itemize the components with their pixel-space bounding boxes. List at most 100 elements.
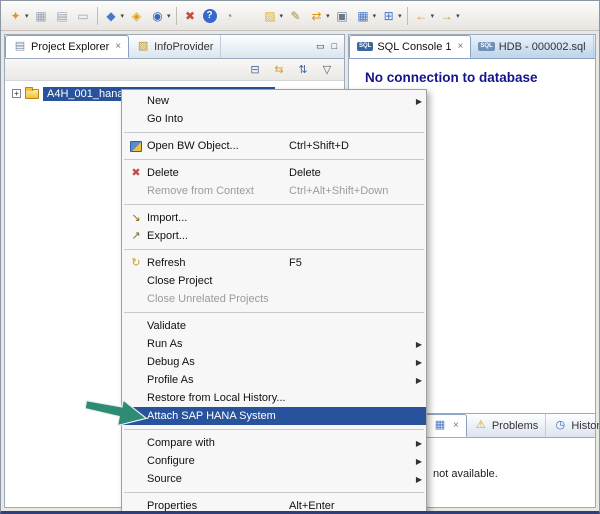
menu-item-label: Properties bbox=[147, 500, 289, 512]
menu-item-run-as[interactable]: Run As▶ bbox=[122, 335, 426, 353]
tab-label: Problems bbox=[492, 420, 538, 432]
view-menu-button[interactable]: ▽ bbox=[319, 62, 335, 78]
dropdown-caret-icon: ▾ bbox=[280, 12, 284, 20]
sort-button[interactable]: ⇅ bbox=[295, 62, 311, 78]
export-icon: ↗ bbox=[129, 230, 143, 243]
search-button[interactable]: ◉▾ bbox=[147, 5, 173, 27]
save-all-button[interactable]: ▤ bbox=[52, 5, 73, 27]
menu-item-properties[interactable]: PropertiesAlt+Enter bbox=[122, 497, 426, 514]
menu-item-go-into[interactable]: Go Into bbox=[122, 110, 426, 128]
new-window-icon: ▣ bbox=[334, 7, 351, 24]
open-resource-button[interactable]: ▨▾ bbox=[260, 5, 286, 27]
sql-console-icon: SQL bbox=[357, 42, 373, 51]
help-button[interactable]: ? bbox=[201, 5, 219, 27]
menu-item-compare-with[interactable]: Compare with ▶ bbox=[122, 434, 426, 452]
tab-label: History bbox=[571, 420, 600, 432]
save-icon: ▦ bbox=[33, 7, 50, 24]
menu-separator bbox=[124, 132, 424, 133]
menu-item-label: Go Into bbox=[147, 113, 289, 125]
minimize-button[interactable]: ▭ bbox=[316, 42, 325, 51]
menu-item-open-bw-object[interactable]: Open BW Object...Ctrl+Shift+D bbox=[122, 137, 426, 155]
menu-item-label: New bbox=[147, 95, 289, 107]
forward-icon: → bbox=[438, 7, 455, 24]
menu-item-export[interactable]: ↗Export... bbox=[122, 227, 426, 245]
dropdown-caret-icon: ▾ bbox=[431, 12, 435, 20]
delete-button[interactable]: ✖ bbox=[180, 5, 201, 27]
close-icon[interactable]: × bbox=[458, 42, 464, 52]
history-icon: ◷ bbox=[553, 419, 567, 432]
submenu-arrow-icon: ▶ bbox=[410, 97, 422, 106]
new-window-button[interactable]: ▣ bbox=[332, 5, 353, 27]
menu-item-remove-from-context[interactable]: Remove from ContextCtrl+Alt+Shift+Down bbox=[122, 182, 426, 200]
submenu-arrow-icon: ▶ bbox=[410, 358, 422, 367]
menu-item-attach-sap-hana-system[interactable]: Attach SAP HANA System bbox=[122, 407, 426, 425]
menu-item-close-project[interactable]: Close Project bbox=[122, 272, 426, 290]
menu-item-shortcut: Ctrl+Alt+Shift+Down bbox=[289, 185, 410, 197]
toggle-link-icon: ⇄ bbox=[308, 7, 325, 24]
menu-item-label: Profile As bbox=[147, 374, 289, 386]
menu-item-label: Refresh bbox=[147, 257, 289, 269]
menu-item-label: Close Project bbox=[147, 275, 289, 287]
open-bw-object-icon bbox=[130, 141, 142, 152]
help-icon: ? bbox=[203, 9, 217, 23]
bottom-tab-problems[interactable]: ⚠ Problems bbox=[467, 414, 546, 437]
bottom-tab-history[interactable]: ◷ History bbox=[546, 414, 600, 437]
menu-item-delete[interactable]: ✖DeleteDelete bbox=[122, 164, 426, 182]
close-icon[interactable]: × bbox=[115, 42, 121, 52]
toggle-link-button[interactable]: ⇄▾ bbox=[306, 5, 332, 27]
menu-item-import[interactable]: ↘Import... bbox=[122, 209, 426, 227]
save-button[interactable]: ▦ bbox=[31, 5, 52, 27]
menu-item-profile-as[interactable]: Profile As▶ bbox=[122, 371, 426, 389]
progress-button[interactable]: ◔ bbox=[219, 5, 240, 27]
dropdown-caret-icon: ▾ bbox=[456, 12, 460, 20]
menu-item-label: Compare with bbox=[147, 437, 289, 449]
menu-item-close-unrelated-projects[interactable]: Close Unrelated Projects bbox=[122, 290, 426, 308]
new-icon: ✦ bbox=[7, 7, 24, 24]
menu-item-refresh[interactable]: ↻RefreshF5 bbox=[122, 254, 426, 272]
maximize-button[interactable]: □ bbox=[332, 42, 337, 51]
tab-label: Project Explorer bbox=[31, 41, 109, 53]
edit-button[interactable]: ✎ bbox=[285, 5, 306, 27]
new-infoprovider-button[interactable]: ◈ bbox=[126, 5, 147, 27]
collapse-all-button[interactable]: ⊟ bbox=[247, 62, 263, 78]
menu-icon-cell: ↘ bbox=[125, 212, 147, 225]
menu-item-configure[interactable]: Configure▶ bbox=[122, 452, 426, 470]
new-button[interactable]: ✦▾ bbox=[5, 5, 31, 27]
open-bw-object-button[interactable]: ◆▾ bbox=[101, 5, 127, 27]
menu-item-source[interactable]: Source▶ bbox=[122, 470, 426, 488]
back-button[interactable]: ←▾ bbox=[411, 5, 437, 27]
problems-icon: ⚠ bbox=[474, 419, 488, 432]
editor-tab-sql-console-1[interactable]: SQL SQL Console 1 × bbox=[349, 35, 471, 58]
editor-tab-hdb-000002-sql[interactable]: SQLHDB - 000002.sql bbox=[471, 35, 593, 58]
open-perspective-button[interactable]: ⊞▾ bbox=[378, 5, 404, 27]
refresh-icon: ↻ bbox=[129, 257, 143, 270]
back-icon: ← bbox=[413, 7, 430, 24]
link-with-editor-button[interactable]: ⇆ bbox=[271, 62, 287, 78]
left-tabbar: ▤ Project Explorer × ▧InfoProvider ▭ □ bbox=[5, 35, 344, 59]
menu-item-label: Restore from Local History... bbox=[147, 392, 289, 404]
editor-tabs: SQL SQL Console 1 × SQLHDB - 000002.sql bbox=[349, 35, 594, 58]
expander-icon[interactable]: + bbox=[12, 89, 21, 98]
open-bw-object-icon: ◆ bbox=[103, 7, 120, 24]
menu-item-restore-from-local-history[interactable]: Restore from Local History... bbox=[122, 389, 426, 407]
menu-item-debug-as[interactable]: Debug As▶ bbox=[122, 353, 426, 371]
submenu-arrow-icon: ▶ bbox=[410, 439, 422, 448]
tab-label: SQL Console 1 bbox=[377, 41, 451, 53]
forward-button[interactable]: →▾ bbox=[436, 5, 462, 27]
main-toolbar: ✦▾▦▤▭◆▾◈◉▾✖?◔▨▾✎⇄▾▣▦▾⊞▾←▾→▾ bbox=[1, 1, 599, 31]
print-button[interactable]: ▭ bbox=[73, 5, 94, 27]
close-icon[interactable]: × bbox=[453, 421, 459, 431]
view-tab-infoprovider[interactable]: ▧InfoProvider bbox=[129, 35, 221, 58]
data-preview-button[interactable]: ▦▾ bbox=[353, 5, 379, 27]
status-message: not available. bbox=[433, 468, 498, 480]
tab-label: HDB - 000002.sql bbox=[499, 41, 586, 53]
project-explorer-icon: ▤ bbox=[13, 40, 27, 53]
toolbar-separator bbox=[176, 7, 177, 25]
menu-item-label: Open BW Object... bbox=[147, 140, 289, 152]
menu-item-new[interactable]: New ▶ bbox=[122, 92, 426, 110]
view-tab-project-explorer[interactable]: ▤ Project Explorer × bbox=[5, 35, 129, 58]
menu-item-validate[interactable]: Validate bbox=[122, 317, 426, 335]
menu-item-label: Delete bbox=[147, 167, 289, 179]
result-tab[interactable]: ▦× bbox=[425, 414, 467, 437]
menu-icon-cell: ↻ bbox=[125, 257, 147, 270]
